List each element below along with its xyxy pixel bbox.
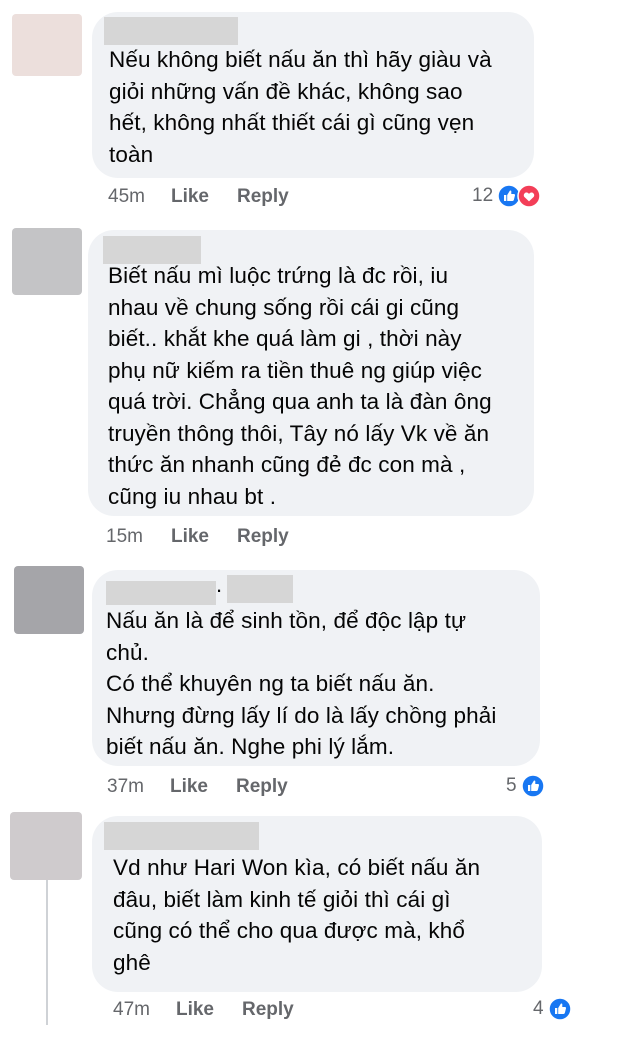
comment-line: chủ. — [106, 639, 149, 665]
reaction-count: 12 — [472, 185, 494, 206]
comment-line: truyền thông thôi, Tây nó lấy Vk về ăn — [108, 420, 490, 446]
timestamp[interactable]: 15m — [106, 526, 143, 548]
like-button[interactable]: Like — [170, 776, 208, 798]
comment-line: cũng iu nhau bt . — [108, 483, 277, 509]
avatar[interactable] — [14, 566, 84, 634]
like-icon — [547, 997, 572, 1021]
love-icon — [517, 184, 541, 208]
comment-line: thức ăn nhanh cũng đẻ đc con mà , — [108, 452, 466, 477]
reaction-summary[interactable]: 12 — [472, 183, 541, 209]
comment-line: Nấu ăn là để sinh tồn, để độc lập tự — [106, 608, 467, 633]
comment-bubble: . Nấu ăn là để sinh tồn, để độc lập tự c… — [92, 570, 540, 766]
comment-line: hết, không nhất thiết cái gì cũng vẹn — [109, 110, 475, 135]
timestamp[interactable]: 45m — [108, 186, 145, 208]
like-button[interactable]: Like — [176, 999, 214, 1021]
reply-button[interactable]: Reply — [237, 526, 289, 548]
comment-line: quá trời. Chẳng qua anh ta là đàn ông — [108, 389, 492, 414]
comment-text: Nếu không biết nấu ăn thì hãy giàu và gi… — [109, 44, 492, 170]
comment-line: cũng có thể cho qua được mà, khổ — [113, 918, 465, 943]
comment-bubble: Nếu không biết nấu ăn thì hãy giàu và gi… — [92, 12, 534, 178]
reaction-summary[interactable]: 5 — [506, 773, 545, 799]
reaction-summary[interactable]: 4 — [533, 996, 572, 1022]
comment-line: toàn — [109, 141, 154, 167]
like-icon — [520, 774, 545, 798]
comment-text: Vd như Hari Won kìa, có biết nấu ăn đâu,… — [113, 852, 480, 978]
comment-line: biết nấu ăn. Nghe phi lý lắm. — [106, 734, 395, 759]
comment-line: giỏi những vấn đề khác, không sao — [109, 78, 463, 104]
comment-meta: 15m Like Reply — [106, 524, 289, 550]
comment-line: nhau về chung sống rồi cái gi cũng — [108, 294, 460, 320]
thread-line — [46, 880, 48, 1025]
comment-meta: 45m Like Reply — [108, 184, 289, 210]
comment-line: Biết nấu mì luộc trứng là đc rồi, iu — [108, 263, 449, 288]
author-name-redacted[interactable] — [104, 17, 238, 45]
avatar[interactable] — [12, 228, 82, 295]
like-button[interactable]: Like — [171, 526, 209, 548]
timestamp[interactable]: 47m — [113, 999, 150, 1021]
comment-line: phụ nữ kiếm ra tiền thuê ng giúp việc — [108, 357, 482, 383]
timestamp[interactable]: 37m — [107, 776, 144, 798]
comment-line: đâu, biết làm kinh tế giỏi thì cái gì — [113, 886, 451, 912]
author-name-redacted[interactable] — [104, 822, 259, 850]
comment-line: biết.. khắt khe quá làm gi , thời này — [108, 326, 462, 351]
comment-meta: 47m Like Reply — [113, 997, 294, 1023]
reaction-count: 5 — [506, 775, 517, 796]
reaction-count: 4 — [533, 998, 544, 1019]
like-button[interactable]: Like — [171, 186, 209, 208]
author-name-redacted[interactable] — [227, 575, 293, 603]
author-name-separator: . — [216, 572, 223, 597]
comment-line: Nhưng đừng lấy lí do là lấy chồng phải — [106, 702, 497, 728]
comment-meta: 37m Like Reply — [107, 774, 288, 800]
author-name-redacted[interactable] — [106, 581, 216, 605]
avatar[interactable] — [12, 14, 82, 76]
comment-bubble: Vd như Hari Won kìa, có biết nấu ăn đâu,… — [92, 816, 542, 992]
comment-line: Vd như Hari Won kìa, có biết nấu ăn — [113, 855, 481, 880]
comment-line: Nếu không biết nấu ăn thì hãy giàu và — [109, 47, 492, 72]
reply-button[interactable]: Reply — [237, 186, 289, 208]
reply-button[interactable]: Reply — [242, 999, 294, 1021]
comment-bubble: Biết nấu mì luộc trứng là đc rồi, iu nha… — [88, 230, 534, 516]
comment-text: Nấu ăn là để sinh tồn, để độc lập tự chủ… — [106, 605, 496, 763]
comment-line: ghê — [113, 949, 151, 975]
avatar[interactable] — [10, 812, 82, 880]
comment-text: Biết nấu mì luộc trứng là đc rồi, iu nha… — [108, 260, 492, 512]
comment-line: Có thể khuyên ng ta biết nấu ăn. — [106, 671, 435, 696]
reply-button[interactable]: Reply — [236, 776, 288, 798]
